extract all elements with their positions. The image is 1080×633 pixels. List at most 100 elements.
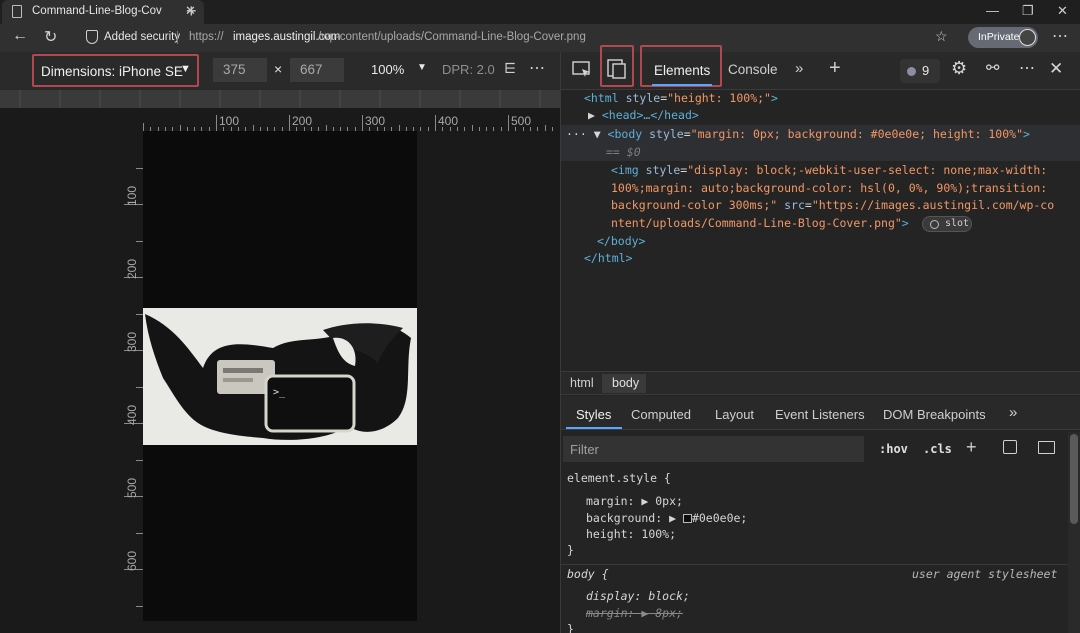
tab-title: Command-Line-Blog-Cover.png <box>32 5 162 17</box>
slot-label: slot <box>945 218 970 229</box>
browser-menu-icon[interactable]: ⋯ <box>1052 26 1069 46</box>
restore-icon[interactable]: ❐ <box>1022 3 1034 19</box>
inprivate-badge[interactable]: InPrivate <box>968 27 1038 48</box>
dom-img-line[interactable]: 100%;margin: auto;background-color: hsl(… <box>611 181 1047 195</box>
new-style-rule-icon[interactable]: + <box>966 437 977 458</box>
dom-html-open[interactable]: <html style="height: 100%;"> <box>584 91 778 105</box>
height-input[interactable]: 667 <box>290 58 344 82</box>
dom-img-line[interactable]: <img style="display: block;-webkit-user-… <box>611 163 1047 177</box>
devtools-toolbar <box>561 52 1080 90</box>
filter-input[interactable] <box>563 436 864 462</box>
height-value: 667 <box>300 62 323 77</box>
paint-brush-icon[interactable] <box>1003 440 1017 454</box>
width-input[interactable]: 375 <box>213 58 267 82</box>
ruler-label: 100 <box>219 114 240 128</box>
tab-computed[interactable]: Computed <box>631 407 691 422</box>
dimensions-dropdown[interactable]: Dimensions: iPhone SE ▼ <box>32 54 199 87</box>
tab-styles[interactable]: Styles <box>564 398 622 430</box>
dpr-dropdown[interactable]: DPR: 2.0 <box>442 62 495 77</box>
ruler-label: 300 <box>365 114 386 128</box>
dom-img-line[interactable]: ntent/uploads/Command-Line-Blog-Cover.pn… <box>611 216 909 230</box>
page-icon <box>12 5 22 18</box>
device-emulation-button[interactable] <box>600 45 634 87</box>
dom-head[interactable]: ▶ <head>…</head> <box>588 108 699 122</box>
dom-html-close[interactable]: </html> <box>584 251 632 265</box>
breadcrumb-body[interactable]: body <box>602 374 646 393</box>
ruler-label: 200 <box>125 258 139 280</box>
dimensions-label: Dimensions: iPhone SE <box>41 64 183 79</box>
width-value: 375 <box>223 62 246 77</box>
breadcrumb-html[interactable]: html <box>570 376 594 390</box>
url-protocol[interactable]: https:// <box>189 31 224 43</box>
tab-layout[interactable]: Layout <box>715 407 754 422</box>
ruler-label: 400 <box>438 114 459 128</box>
tab-elements-label: Elements <box>654 63 711 78</box>
scrollbar-thumb[interactable] <box>1070 434 1078 524</box>
media-query-bar[interactable] <box>0 90 560 108</box>
ruler-label: 200 <box>292 114 313 128</box>
blog-cover-image[interactable]: >_ <box>143 308 417 445</box>
dom-img-line[interactable]: background-color 300ms;" src="https://im… <box>611 198 1054 212</box>
style-property[interactable]: height: 100%; <box>586 527 676 541</box>
style-property[interactable]: margin: ▶ 0px; <box>586 494 683 508</box>
back-icon[interactable]: ← <box>12 27 28 45</box>
tab-console[interactable]: Console <box>728 62 778 77</box>
add-tab-icon[interactable]: + <box>829 57 841 80</box>
ruler-label: 500 <box>511 114 532 128</box>
style-close-brace: } <box>567 543 574 557</box>
window-close-icon[interactable]: ✕ <box>1057 3 1068 19</box>
more-subtabs-icon[interactable]: » <box>1009 404 1017 421</box>
tab-elements[interactable]: Elements <box>640 45 722 87</box>
customize-icon[interactable]: ⚯ <box>986 58 999 78</box>
ua-style-property: display: block; <box>586 589 690 603</box>
url-path[interactable]: /wp-content/uploads/Command-Line-Blog-Co… <box>318 31 586 43</box>
inspect-icon[interactable] <box>572 60 592 83</box>
active-tab-indicator <box>566 427 622 429</box>
minimize-icon[interactable]: — <box>986 3 999 18</box>
dom-selected-marker: == $0 <box>606 145 641 159</box>
body-selector[interactable]: body { <box>567 567 609 581</box>
cls-toggle[interactable]: .cls <box>923 442 952 456</box>
times-symbol: × <box>274 61 283 77</box>
rotate-icon[interactable]: ⋿ <box>504 60 516 77</box>
breadcrumb-body-label: body <box>612 376 640 390</box>
hov-toggle[interactable]: :hov <box>879 442 908 456</box>
toggle-sidebar-icon[interactable] <box>1038 441 1055 454</box>
dom-body-open[interactable]: ··· ▼ <body style="margin: 0px; backgrou… <box>566 127 1030 141</box>
refresh-icon[interactable]: ↻ <box>44 27 57 47</box>
shield-icon[interactable] <box>86 30 98 44</box>
ruler-label: 100 <box>125 185 139 207</box>
browser-tab[interactable]: Command-Line-Blog-Cover.png ✕ <box>2 0 204 24</box>
color-swatch[interactable] <box>682 514 692 523</box>
svg-text:>_: >_ <box>273 387 286 398</box>
tab-event-listeners[interactable]: Event Listeners <box>775 407 865 422</box>
more-tabs-icon[interactable]: » <box>795 60 803 77</box>
slot-badge[interactable]: slot <box>922 216 972 232</box>
zoom-dropdown[interactable]: 100% <box>371 62 404 77</box>
new-tab-icon[interactable]: + <box>186 1 197 22</box>
security-label[interactable]: Added security <box>104 31 180 43</box>
inprivate-label: InPrivate <box>978 31 1020 43</box>
styles-filter[interactable] <box>563 436 864 462</box>
tab-styles-label: Styles <box>576 407 612 422</box>
ua-style-property-overridden: margin: ▶ 8px; <box>586 606 683 620</box>
more-options-icon[interactable]: ⋯ <box>529 58 546 78</box>
style-property[interactable]: background: ▶ #0e0e0e; <box>586 511 747 525</box>
tab-dom-breakpoints[interactable]: DOM Breakpoints <box>883 407 986 422</box>
slot-icon <box>930 220 939 229</box>
settings-gear-icon[interactable]: ⚙ <box>951 58 967 79</box>
favorites-icon[interactable]: ☆ <box>935 28 948 45</box>
issues-icon <box>907 67 916 76</box>
address-separator <box>177 31 178 44</box>
ruler-label: 300 <box>125 331 139 353</box>
vertical-ruler: 100 200 300 400 500 600 <box>120 131 143 633</box>
element-style-selector[interactable]: element.style { <box>567 471 671 485</box>
devtools-menu-icon[interactable]: ⋯ <box>1019 58 1036 78</box>
issues-counter[interactable]: 9 <box>900 59 940 83</box>
dom-body-close[interactable]: </body> <box>597 234 645 248</box>
caret-down-icon: ▼ <box>417 62 427 73</box>
caret-down-icon: ▼ <box>180 63 191 75</box>
ruler-label: 500 <box>125 477 139 499</box>
close-devtools-icon[interactable]: ✕ <box>1049 59 1063 79</box>
rule-divider <box>561 564 1068 565</box>
